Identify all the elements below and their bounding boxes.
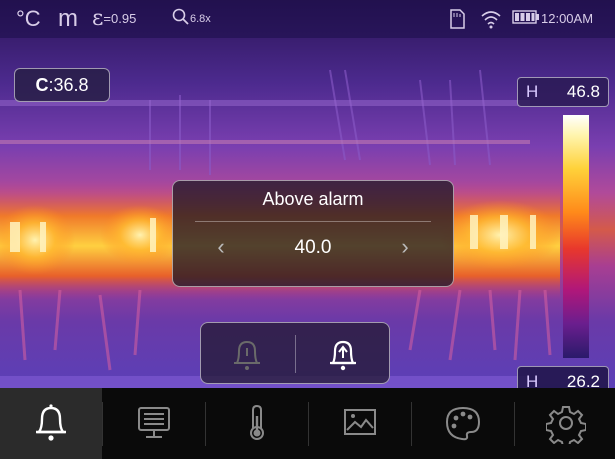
palette-icon <box>445 406 481 441</box>
low-temp-value: 26.2 <box>566 372 600 388</box>
center-temp-label: C <box>35 75 49 95</box>
zoom-readout: 6.8x <box>172 0 211 38</box>
center-temperature-readout: C:36.8 <box>14 68 110 102</box>
measure-mode: m <box>58 5 78 32</box>
alarm-divider <box>195 221 431 222</box>
center-temp-value: :36.8 <box>48 75 89 95</box>
measure-menu-button[interactable] <box>206 388 308 459</box>
high-temp-value: 46.8 <box>566 82 600 101</box>
settings-menu-button[interactable] <box>515 388 615 459</box>
emissivity-value: =0.95 <box>103 11 137 26</box>
battery-icon <box>512 10 540 28</box>
emissivity-readout: ε=0.95 <box>92 0 136 38</box>
zoom-value: 6.8x <box>190 13 211 25</box>
gear-icon <box>546 406 586 444</box>
gallery-menu-button[interactable] <box>309 388 411 459</box>
status-bar: °C m ε=0.95 6.8x 12:00AM <box>0 0 615 38</box>
monitor-icon <box>138 407 170 438</box>
color-scale-bar <box>563 115 589 358</box>
gallery-icon <box>344 409 376 435</box>
magnifier-icon <box>172 8 189 25</box>
sd-card-icon <box>448 9 466 29</box>
temperature-unit: °C <box>16 6 41 31</box>
low-temp-label: H <box>526 372 539 388</box>
above-alarm-bell-icon[interactable] <box>321 335 365 373</box>
high-temp-label: H <box>526 82 539 101</box>
alarm-type-toggle <box>200 322 390 384</box>
thermometer-icon <box>250 404 264 440</box>
emissivity-symbol: ε <box>92 6 104 31</box>
thermal-camera-screen: °C m ε=0.95 6.8x 12:00AM C:36.8 H 46.8 H… <box>0 0 615 459</box>
palette-menu-button[interactable] <box>412 388 514 459</box>
high-temperature-readout: H 46.8 <box>517 77 609 107</box>
display-menu-button[interactable] <box>103 388 205 459</box>
below-alarm-bell-icon[interactable] <box>225 335 269 373</box>
alarm-menu-button[interactable] <box>0 388 102 459</box>
toggle-divider <box>295 335 296 373</box>
wifi-icon <box>480 8 502 30</box>
low-temperature-readout: H 26.2 <box>517 366 609 388</box>
bell-icon <box>36 404 66 441</box>
alarm-title: Above alarm <box>262 189 364 209</box>
clock-time: 12:00AM <box>541 11 594 26</box>
alarm-dialog: Above alarm ‹ 40.0 › <box>172 180 454 287</box>
bottom-menu <box>0 388 615 459</box>
increase-arrow-button[interactable]: › <box>393 229 417 265</box>
